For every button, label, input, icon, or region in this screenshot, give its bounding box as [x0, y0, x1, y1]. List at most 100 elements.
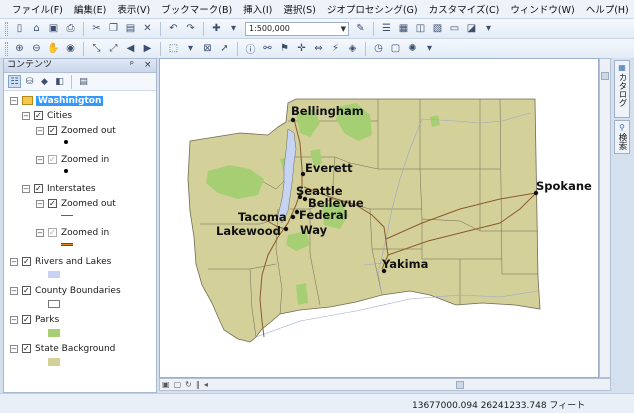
zoom-in-icon[interactable]: ⊕ [12, 41, 27, 56]
zoom-out-icon[interactable]: ⊖ [29, 41, 44, 56]
select-features-icon[interactable]: ⬚ [166, 41, 181, 56]
map-horizontal-scrollbar[interactable] [210, 379, 610, 390]
washington-map[interactable]: Bellingham Everett Seattle Bellevue Fede… [160, 59, 599, 378]
layer-label-parks[interactable]: Parks [35, 315, 59, 325]
clear-selection-icon[interactable]: ⊠ [200, 41, 215, 56]
open-folder-icon[interactable]: ⌂ [29, 21, 44, 36]
tree-row-interstates-zoomed-in[interactable]: − Zoomed in [36, 226, 109, 239]
scrollbar-thumb[interactable] [455, 381, 464, 389]
layer-visibility-checkbox[interactable] [48, 228, 57, 237]
copy-icon[interactable]: ❐ [106, 21, 121, 36]
list-by-source-icon[interactable]: ⛁ [23, 75, 36, 88]
back-arrow-icon[interactable]: ◀ [123, 41, 138, 56]
collapse-icon[interactable]: − [36, 126, 44, 135]
toolbar-options-icon[interactable]: ▾ [422, 41, 437, 56]
find-route-icon[interactable]: ⚑ [277, 41, 292, 56]
layer-visibility-checkbox[interactable] [48, 155, 57, 164]
tree-row-cities[interactable]: − Cities [22, 109, 72, 122]
html-popup-icon[interactable]: ◈ [345, 41, 360, 56]
city-point-lakewood[interactable] [283, 226, 289, 232]
collapse-icon[interactable]: − [36, 155, 44, 164]
data-frame-label[interactable]: Washinigton [36, 95, 104, 106]
toolbar-options-icon[interactable]: ▾ [481, 21, 496, 36]
time-slider-icon[interactable]: ◷ [371, 41, 386, 56]
pause-drawing-icon[interactable]: ‖ [196, 380, 200, 389]
catalog-icon[interactable]: ▦ [396, 21, 411, 36]
refresh-icon[interactable]: ↻ [185, 380, 192, 389]
collapse-icon[interactable]: − [10, 257, 18, 266]
fixed-zoom-in-icon[interactable]: ⤡ [89, 41, 104, 56]
create-viewer-window-icon[interactable]: ▢ [388, 41, 403, 56]
layer-label-zoomed-in[interactable]: Zoomed in [61, 155, 109, 165]
find-binoculars-icon[interactable]: ⚯ [260, 41, 275, 56]
menu-geoprocessing[interactable]: ジオプロセシング(G) [327, 2, 418, 16]
layer-visibility-checkbox[interactable] [22, 344, 31, 353]
list-by-visibility-icon[interactable]: ◆ [38, 75, 51, 88]
chevron-down-icon[interactable]: ▾ [226, 21, 241, 36]
close-icon[interactable]: × [144, 59, 152, 72]
collapse-icon[interactable]: − [22, 111, 30, 120]
layout-view-icon[interactable]: ▢ [174, 380, 182, 389]
layer-label-interstates[interactable]: Interstates [47, 184, 96, 194]
city-point-bellingham[interactable] [290, 117, 296, 123]
scroll-left-icon[interactable]: ◂ [204, 380, 208, 389]
go-to-xy-icon[interactable]: ✛ [294, 41, 309, 56]
tree-row-county-boundaries[interactable]: − County Boundaries [10, 284, 121, 297]
collapse-icon[interactable]: − [10, 96, 18, 105]
layer-visibility-checkbox[interactable] [34, 111, 43, 120]
table-of-contents-icon[interactable]: ☰ [379, 21, 394, 36]
fixed-zoom-out-icon[interactable]: ⤢ [106, 41, 121, 56]
editor-toolbar-icon[interactable]: ✎ [353, 21, 368, 36]
tree-row-cities-zoomed-out[interactable]: − Zoomed out [36, 124, 116, 137]
map-view[interactable]: Bellingham Everett Seattle Bellevue Fede… [159, 58, 599, 378]
menu-insert[interactable]: 挿入(I) [243, 2, 272, 16]
layer-visibility-checkbox[interactable] [22, 286, 31, 295]
map-vertical-scrollbar[interactable] [599, 58, 611, 378]
undo-icon[interactable]: ↶ [166, 21, 181, 36]
model-builder-icon[interactable]: ◪ [464, 21, 479, 36]
layer-visibility-checkbox[interactable] [48, 126, 57, 135]
tree-row-data-frame[interactable]: − Washinigton [10, 94, 104, 107]
menu-selection[interactable]: 選択(S) [283, 2, 315, 16]
pan-hand-icon[interactable]: ✋ [46, 41, 61, 56]
full-extent-globe-icon[interactable]: ◉ [63, 41, 78, 56]
arctoolbox-icon[interactable]: ▧ [430, 21, 445, 36]
cut-icon[interactable]: ✂ [89, 21, 104, 36]
new-document-icon[interactable]: ▯ [12, 21, 27, 36]
layer-visibility-checkbox[interactable] [22, 257, 31, 266]
city-point-tacoma[interactable] [290, 214, 296, 220]
select-elements-arrow-icon[interactable]: ➚ [217, 41, 232, 56]
pin-icon[interactable]: ᵖ [130, 59, 134, 72]
search-window-icon[interactable]: ◫ [413, 21, 428, 36]
hyperlink-icon[interactable]: ⚡ [328, 41, 343, 56]
list-by-drawing-order-icon[interactable]: ☷ [8, 75, 21, 88]
python-window-icon[interactable]: ▭ [447, 21, 462, 36]
tree-row-interstates[interactable]: − Interstates [22, 182, 96, 195]
chevron-down-icon[interactable]: ▼ [341, 23, 346, 35]
paste-icon[interactable]: ▤ [123, 21, 138, 36]
tree-row-state-background[interactable]: − State Background [10, 342, 115, 355]
map-scale-combobox[interactable]: 1:500,000 ▼ [245, 21, 349, 36]
collapse-icon[interactable]: − [10, 315, 18, 324]
layer-visibility-checkbox[interactable] [34, 184, 43, 193]
tree-row-cities-zoomed-in[interactable]: − Zoomed in [36, 153, 109, 166]
menu-bookmarks[interactable]: ブックマーク(B) [161, 2, 232, 16]
menu-view[interactable]: 表示(V) [117, 2, 150, 16]
chevron-down-icon[interactable]: ▾ [183, 41, 198, 56]
menu-help[interactable]: ヘルプ(H) [586, 2, 629, 16]
layer-visibility-checkbox[interactable] [48, 199, 57, 208]
save-icon[interactable]: ▣ [46, 21, 61, 36]
forward-arrow-icon[interactable]: ▶ [140, 41, 155, 56]
layer-label-zoomed-out[interactable]: Zoomed out [61, 126, 116, 136]
data-view-icon[interactable]: ▣ [162, 380, 170, 389]
layer-label-cities[interactable]: Cities [47, 111, 72, 121]
layer-label-rivers-lakes[interactable]: Rivers and Lakes [35, 257, 111, 267]
collapse-icon[interactable]: − [36, 228, 44, 237]
layer-label-state-background[interactable]: State Background [35, 344, 115, 354]
menu-edit[interactable]: 編集(E) [74, 2, 106, 16]
layer-label-county-boundaries[interactable]: County Boundaries [35, 286, 121, 296]
menu-file[interactable]: ファイル(F) [12, 2, 63, 16]
print-icon[interactable]: ⎙ [63, 21, 78, 36]
swipe-icon[interactable]: ✺ [405, 41, 420, 56]
menu-windows[interactable]: ウィンドウ(W) [510, 2, 574, 16]
